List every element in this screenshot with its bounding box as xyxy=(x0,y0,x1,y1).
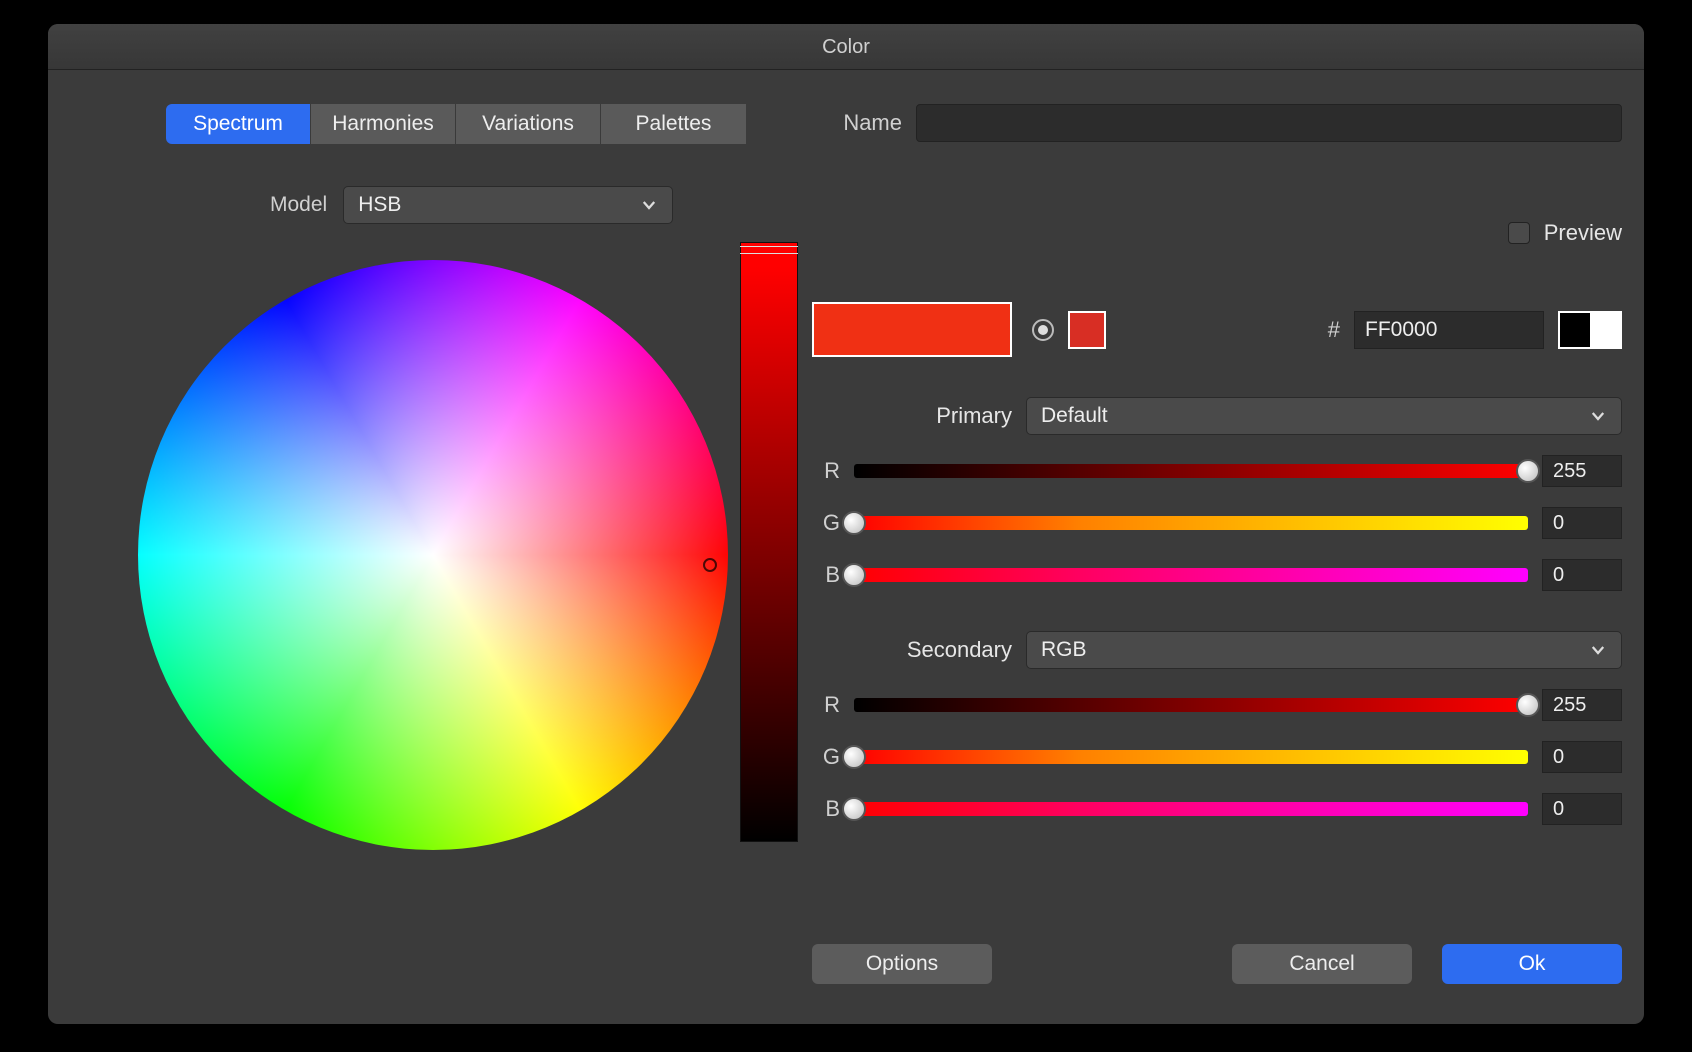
name-label: Name xyxy=(812,110,902,136)
secondary-G-label: G xyxy=(812,744,840,770)
secondary-B-slider-thumb[interactable] xyxy=(842,797,866,821)
secondary-R-value[interactable] xyxy=(1542,689,1622,721)
secondary-R-label: R xyxy=(812,692,840,718)
options-button[interactable]: Options xyxy=(812,944,992,984)
hex-hash-label: # xyxy=(1328,317,1340,343)
brightness-bar-thumb[interactable] xyxy=(740,246,798,254)
previous-color-swatch[interactable] xyxy=(912,304,1010,355)
primary-R-slider[interactable] xyxy=(854,464,1528,478)
secondary-B-value[interactable] xyxy=(1542,793,1622,825)
dialog-title: Color xyxy=(48,24,1644,70)
compare-radio[interactable] xyxy=(1032,319,1054,341)
black-swatch[interactable] xyxy=(1560,313,1590,347)
primary-R-value[interactable] xyxy=(1542,455,1622,487)
secondary-B-label: B xyxy=(812,796,840,822)
chevron-down-icon xyxy=(640,196,658,214)
color-wheel[interactable] xyxy=(138,260,728,850)
secondary-R-slider[interactable] xyxy=(854,698,1528,712)
secondary-G-value[interactable] xyxy=(1542,741,1622,773)
ok-button[interactable]: Ok xyxy=(1442,944,1622,984)
secondary-B-slider[interactable] xyxy=(854,802,1528,816)
secondary-mode-value: RGB xyxy=(1041,638,1087,662)
preview-checkbox[interactable] xyxy=(1508,222,1530,244)
primary-G-slider[interactable] xyxy=(854,516,1528,530)
tab-bar: Spectrum Harmonies Variations Palettes xyxy=(166,104,798,144)
secondary-label: Secondary xyxy=(812,637,1012,663)
secondary-G-slider[interactable] xyxy=(854,750,1528,764)
color-swatch-pair[interactable] xyxy=(812,302,1012,357)
chevron-down-icon xyxy=(1589,407,1607,425)
tab-spectrum[interactable]: Spectrum xyxy=(166,104,311,144)
primary-G-slider-thumb[interactable] xyxy=(842,511,866,535)
color-wheel-cursor[interactable] xyxy=(703,558,717,572)
tab-variations[interactable]: Variations xyxy=(456,104,601,144)
primary-mode-select[interactable]: Default xyxy=(1026,397,1622,435)
primary-G-value[interactable] xyxy=(1542,507,1622,539)
primary-mode-value: Default xyxy=(1041,404,1108,428)
primary-B-slider[interactable] xyxy=(854,568,1528,582)
primary-R-label: R xyxy=(812,458,840,484)
primary-B-value[interactable] xyxy=(1542,559,1622,591)
primary-G-label: G xyxy=(812,510,840,536)
model-select[interactable]: HSB xyxy=(343,186,673,224)
cancel-button[interactable]: Cancel xyxy=(1232,944,1412,984)
name-input[interactable] xyxy=(916,104,1622,142)
primary-label: Primary xyxy=(812,403,1012,429)
brightness-bar[interactable] xyxy=(740,242,798,842)
bw-swatch[interactable] xyxy=(1558,311,1622,349)
model-value: HSB xyxy=(358,193,401,217)
white-swatch[interactable] xyxy=(1590,313,1620,347)
tab-harmonies[interactable]: Harmonies xyxy=(311,104,456,144)
secondary-mode-select[interactable]: RGB xyxy=(1026,631,1622,669)
secondary-R-slider-thumb[interactable] xyxy=(1516,693,1540,717)
color-dialog: Color Spectrum Harmonies Variations Pale… xyxy=(48,24,1644,1024)
chevron-down-icon xyxy=(1589,641,1607,659)
hex-input[interactable] xyxy=(1354,311,1544,349)
primary-B-label: B xyxy=(812,562,840,588)
secondary-G-slider-thumb[interactable] xyxy=(842,745,866,769)
current-color-swatch[interactable] xyxy=(814,304,912,355)
primary-B-slider-thumb[interactable] xyxy=(842,563,866,587)
compare-color-swatch[interactable] xyxy=(1068,311,1106,349)
model-label: Model xyxy=(270,193,327,217)
preview-label: Preview xyxy=(1544,220,1622,246)
primary-R-slider-thumb[interactable] xyxy=(1516,459,1540,483)
tab-palettes[interactable]: Palettes xyxy=(601,104,746,144)
